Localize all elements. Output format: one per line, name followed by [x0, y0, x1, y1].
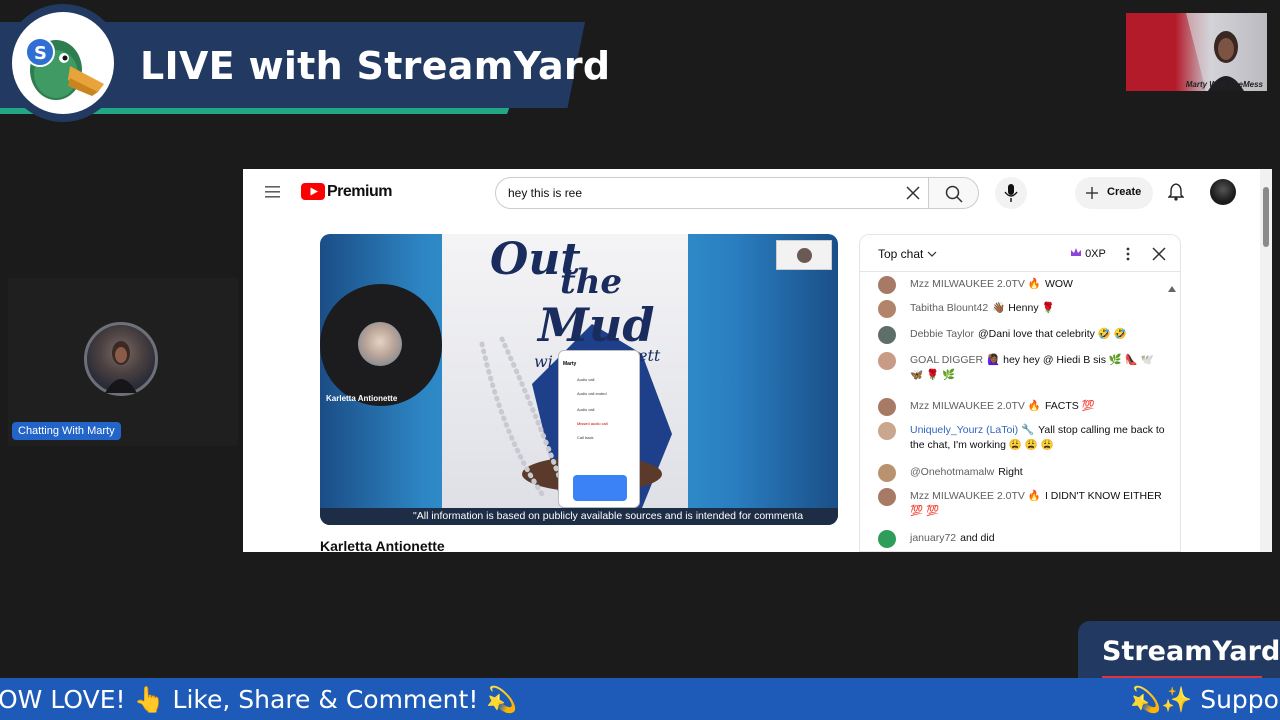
chat-message: Tabitha Blount42 👋🏾 Henny 🌹	[878, 300, 1168, 318]
chat-divider	[860, 271, 1180, 272]
banner-title: LIVE with StreamYard	[140, 44, 611, 88]
search-button[interactable]	[929, 177, 979, 209]
chat-avatar	[878, 464, 896, 482]
chat-avatar	[878, 326, 896, 344]
chat-message: GOAL DIGGER 🙋🏾‍♀️ hey hey @ Hiedi B sis 🌿…	[878, 352, 1168, 383]
video-poster: Out the Mud wi ett Marty Audio call Audi…	[442, 234, 688, 508]
chat-more-options-icon[interactable]	[1125, 247, 1131, 266]
search-box[interactable]: hey this is ree	[495, 177, 929, 209]
chat-message: Mzz MILWAUKEE 2.0TV 🔥 I DIDN'T KNOW EITHE…	[878, 488, 1168, 519]
chat-message: Mzz MILWAUKEE 2.0TV 🔥 FACTS 💯	[878, 398, 1168, 416]
youtube-brand[interactable]: Premium	[327, 183, 392, 201]
video-caption: "All information is based on publicly av…	[413, 510, 804, 522]
phone-item: Call back	[577, 435, 594, 440]
phone-item: Audio call ended	[577, 391, 607, 396]
plus-icon	[1086, 187, 1098, 199]
poster-title-the: the	[560, 262, 623, 302]
svg-text:S: S	[34, 43, 47, 64]
thumbnail-caption: Marty With TheMess	[1185, 80, 1263, 89]
phone-screenshot: Marty Audio call Audio call ended Audio …	[558, 350, 640, 508]
create-label: Create	[1107, 186, 1142, 198]
ticker-text-left: OW LOVE! 👆 Like, Share & Comment! 💫	[0, 685, 518, 714]
video-player[interactable]: Out the Mud wi ett Marty Audio call Audi…	[320, 234, 838, 525]
chat-scroll-up-icon[interactable]	[1168, 279, 1176, 297]
chat-avatar	[878, 488, 896, 506]
phone-item: Audio call	[577, 407, 595, 412]
xp-value: 0XP	[1085, 248, 1106, 260]
poster-sub-left: wi	[534, 352, 553, 371]
create-button[interactable]: Create	[1075, 177, 1153, 209]
chat-message: january72 and did	[878, 530, 1168, 548]
top-chat-dropdown[interactable]: Top chat	[878, 247, 937, 261]
phone-item: Missed audio call	[577, 421, 608, 426]
youtube-logo-icon[interactable]	[301, 183, 325, 205]
streamyard-duck-logo-icon: S	[12, 12, 114, 114]
phone-item: Audio call	[577, 377, 595, 382]
participant-avatar	[358, 322, 402, 366]
chevron-down-icon	[927, 251, 937, 257]
live-chat-panel: Top chat 0XP Mzz MILWAUKEE 2.0TV 🔥 WOW Ta…	[859, 234, 1181, 552]
clear-search-icon[interactable]	[906, 186, 920, 205]
channel-name[interactable]: Karletta Antionette	[320, 538, 445, 552]
chat-message: Mzz MILWAUKEE 2.0TV 🔥 WOW	[878, 276, 1168, 294]
streamyard-badge-label: StreamYard	[1102, 636, 1280, 667]
youtube-window: Premium hey this is ree Create Out the M…	[243, 169, 1272, 552]
chat-avatar	[878, 422, 896, 440]
chat-avatar	[878, 300, 896, 318]
search-input[interactable]: hey this is ree	[508, 186, 582, 200]
poster-title-mud: Mud	[538, 298, 655, 352]
ticker-text-right: 💫✨ Suppo	[1130, 685, 1279, 714]
scrolling-ticker: OW LOVE! 👆 Like, Share & Comment! 💫 💫✨ S…	[0, 678, 1280, 720]
chat-avatar	[878, 352, 896, 370]
video-watermark-logo	[776, 240, 832, 270]
poster-sub-right: ett	[638, 346, 661, 365]
top-chat-label: Top chat	[878, 247, 924, 261]
chat-avatar	[878, 276, 896, 294]
participant-name: Karletta Antionette	[326, 394, 398, 403]
chat-avatar	[878, 530, 896, 548]
menu-hamburger-icon[interactable]	[265, 185, 281, 204]
microphone-icon	[1004, 184, 1018, 202]
chat-message: Uniquely_Yourz (LaToi) 🔧 Yall stop callin…	[878, 422, 1168, 453]
chat-avatar	[878, 398, 896, 416]
chat-message: Debbie Taylor @Dani love that celebrity 🤣…	[878, 326, 1168, 344]
notifications-bell-icon[interactable]	[1167, 183, 1185, 206]
crown-icon	[1071, 248, 1081, 256]
phone-message-bubble	[573, 475, 627, 501]
chat-message: @Onehotmamalw Right	[878, 464, 1168, 482]
account-avatar[interactable]	[1210, 179, 1236, 205]
host-thumbnail: Marty With TheMess	[1126, 13, 1267, 91]
participant-circle	[320, 284, 442, 406]
guest-name-tag: Chatting With Marty	[12, 422, 121, 440]
page-scrollbar[interactable]	[1260, 169, 1272, 552]
close-chat-icon[interactable]	[1152, 247, 1166, 266]
phone-contact-name: Marty	[563, 361, 577, 367]
scrollbar-thumb[interactable]	[1263, 187, 1269, 247]
voice-search-button[interactable]	[995, 177, 1027, 209]
search-icon	[945, 185, 963, 203]
guest-avatar	[84, 322, 158, 396]
xp-badge[interactable]: 0XP	[1070, 247, 1106, 260]
